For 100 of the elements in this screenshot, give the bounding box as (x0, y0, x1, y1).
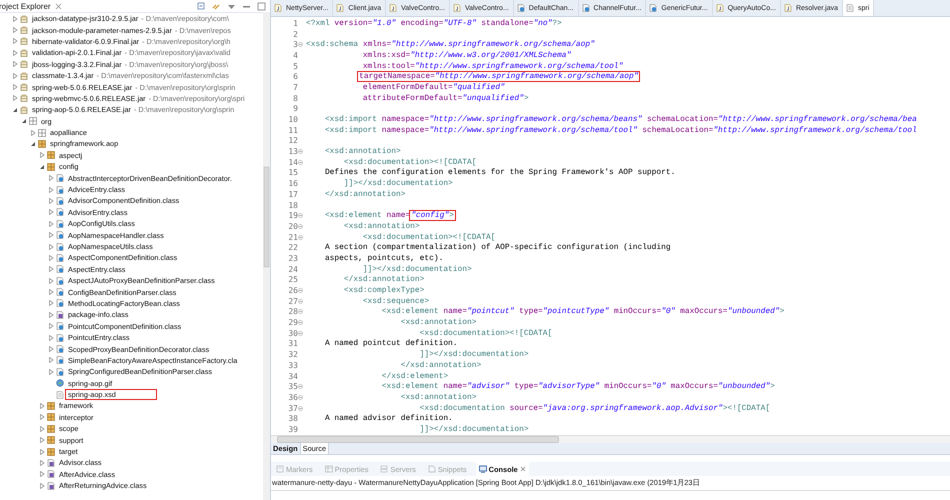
servers-icon (380, 465, 388, 473)
class-file-icon (56, 174, 64, 182)
maximize-icon[interactable] (257, 2, 266, 10)
collapsed-arrow-icon[interactable] (12, 84, 18, 90)
fold-icon[interactable] (298, 213, 303, 218)
fold-icon[interactable] (298, 309, 303, 314)
expanded-arrow-icon[interactable] (39, 164, 45, 170)
fold-icon[interactable] (298, 384, 303, 390)
jar-icon (20, 83, 28, 92)
collapsed-arrow-icon[interactable] (48, 209, 54, 216)
collapsed-arrow-icon[interactable] (12, 95, 18, 102)
jar-icon (20, 48, 28, 57)
collapsed-arrow-icon[interactable] (39, 448, 45, 455)
collapsed-arrow-icon[interactable] (48, 300, 54, 306)
line-number: 22 (288, 243, 298, 252)
jar-icon (20, 94, 28, 102)
fold-icon[interactable] (298, 406, 303, 411)
collapsed-arrow-icon[interactable] (48, 334, 54, 341)
line-number: 28 (288, 307, 298, 316)
package-icon (47, 402, 55, 410)
collapsed-arrow-icon[interactable] (39, 426, 45, 432)
fold-icon[interactable] (298, 42, 303, 48)
fold-icon[interactable] (298, 320, 303, 326)
collapsed-arrow-icon[interactable] (48, 220, 54, 227)
collapsed-arrow-icon[interactable] (48, 368, 54, 375)
line-number: 18 (288, 200, 298, 210)
collapsed-arrow-icon[interactable] (39, 460, 45, 466)
collapsed-arrow-icon[interactable] (48, 198, 54, 204)
collapsed-arrow-icon[interactable] (12, 61, 18, 68)
collapsed-arrow-icon[interactable] (39, 414, 45, 420)
expanded-arrow-icon[interactable] (21, 118, 27, 124)
expanded-arrow-icon[interactable] (30, 140, 36, 147)
collapsed-arrow-icon[interactable] (48, 323, 54, 330)
close-icon[interactable] (54, 2, 62, 10)
fold-icon[interactable] (298, 288, 303, 294)
collapsed-arrow-icon[interactable] (12, 38, 18, 44)
line-number: 21 (288, 232, 298, 242)
fold-icon[interactable] (298, 298, 303, 304)
monitor-icon (478, 465, 487, 473)
package-icon (47, 413, 55, 422)
line-number: 20 (288, 222, 298, 231)
collapsed-arrow-icon[interactable] (39, 402, 45, 409)
collapsed-arrow-icon[interactable] (39, 471, 45, 478)
interface-file-icon (47, 482, 55, 490)
interface-file-icon (56, 310, 64, 319)
scrollbar[interactable] (263, 12, 270, 500)
collapsed-arrow-icon[interactable] (30, 130, 36, 136)
interface-file-icon (47, 470, 55, 478)
collapsed-arrow-icon[interactable] (48, 278, 54, 284)
collapsed-arrow-icon[interactable] (12, 27, 18, 34)
line-number: 36 (288, 392, 298, 402)
collapse-all-icon[interactable] (197, 2, 206, 10)
collapsed-arrow-icon[interactable] (48, 357, 54, 364)
line-number: 30 (288, 328, 298, 338)
line-number: 25 (288, 275, 298, 284)
snippets-icon (428, 465, 436, 473)
collapsed-arrow-icon[interactable] (39, 152, 45, 158)
class-file-icon (56, 220, 64, 228)
collapsed-arrow-icon[interactable] (12, 50, 18, 56)
package-icon (47, 448, 55, 456)
fold-icon[interactable] (298, 160, 303, 165)
line-number: 14 (288, 158, 298, 167)
fold-icon[interactable] (298, 149, 303, 154)
properties-icon (324, 465, 333, 473)
line-number: 5 (293, 62, 298, 71)
line-number: 27 (288, 296, 298, 306)
collapsed-arrow-icon[interactable] (39, 437, 45, 444)
line-number: 9 (293, 104, 298, 114)
class-file-icon (516, 4, 525, 12)
collapsed-arrow-icon[interactable] (48, 186, 54, 193)
collapsed-arrow-icon[interactable] (48, 289, 54, 296)
fold-icon[interactable] (298, 234, 303, 240)
jar-icon (20, 106, 28, 114)
line-number: 1 (293, 18, 298, 28)
close-icon[interactable] (520, 466, 526, 472)
java-file-icon (452, 4, 461, 12)
collapsed-arrow-icon[interactable] (48, 244, 54, 250)
line-number: 6 (293, 72, 298, 82)
class-file-icon (56, 299, 64, 308)
collapsed-arrow-icon[interactable] (12, 16, 18, 22)
fold-icon[interactable] (298, 224, 303, 229)
class-file-icon (56, 242, 64, 250)
collapsed-arrow-icon[interactable] (48, 312, 54, 318)
class-file-icon (56, 265, 64, 274)
fold-icon[interactable] (298, 394, 303, 400)
collapsed-arrow-icon[interactable] (12, 72, 18, 79)
collapsed-arrow-icon[interactable] (48, 254, 54, 261)
line-number: 13 (288, 147, 298, 156)
collapsed-arrow-icon[interactable] (48, 175, 54, 182)
collapsed-arrow-icon[interactable] (39, 482, 45, 489)
collapsed-arrow-icon[interactable] (48, 266, 54, 272)
collapsed-arrow-icon[interactable] (48, 232, 54, 238)
collapsed-arrow-icon[interactable] (48, 346, 54, 352)
line-number: 10 (288, 115, 298, 124)
fold-icon[interactable] (298, 330, 303, 336)
expanded-arrow-icon[interactable] (12, 106, 18, 113)
package-icon (47, 162, 55, 171)
link-icon[interactable] (212, 2, 221, 10)
jar-icon (20, 37, 28, 46)
package-outline-icon (38, 128, 46, 137)
